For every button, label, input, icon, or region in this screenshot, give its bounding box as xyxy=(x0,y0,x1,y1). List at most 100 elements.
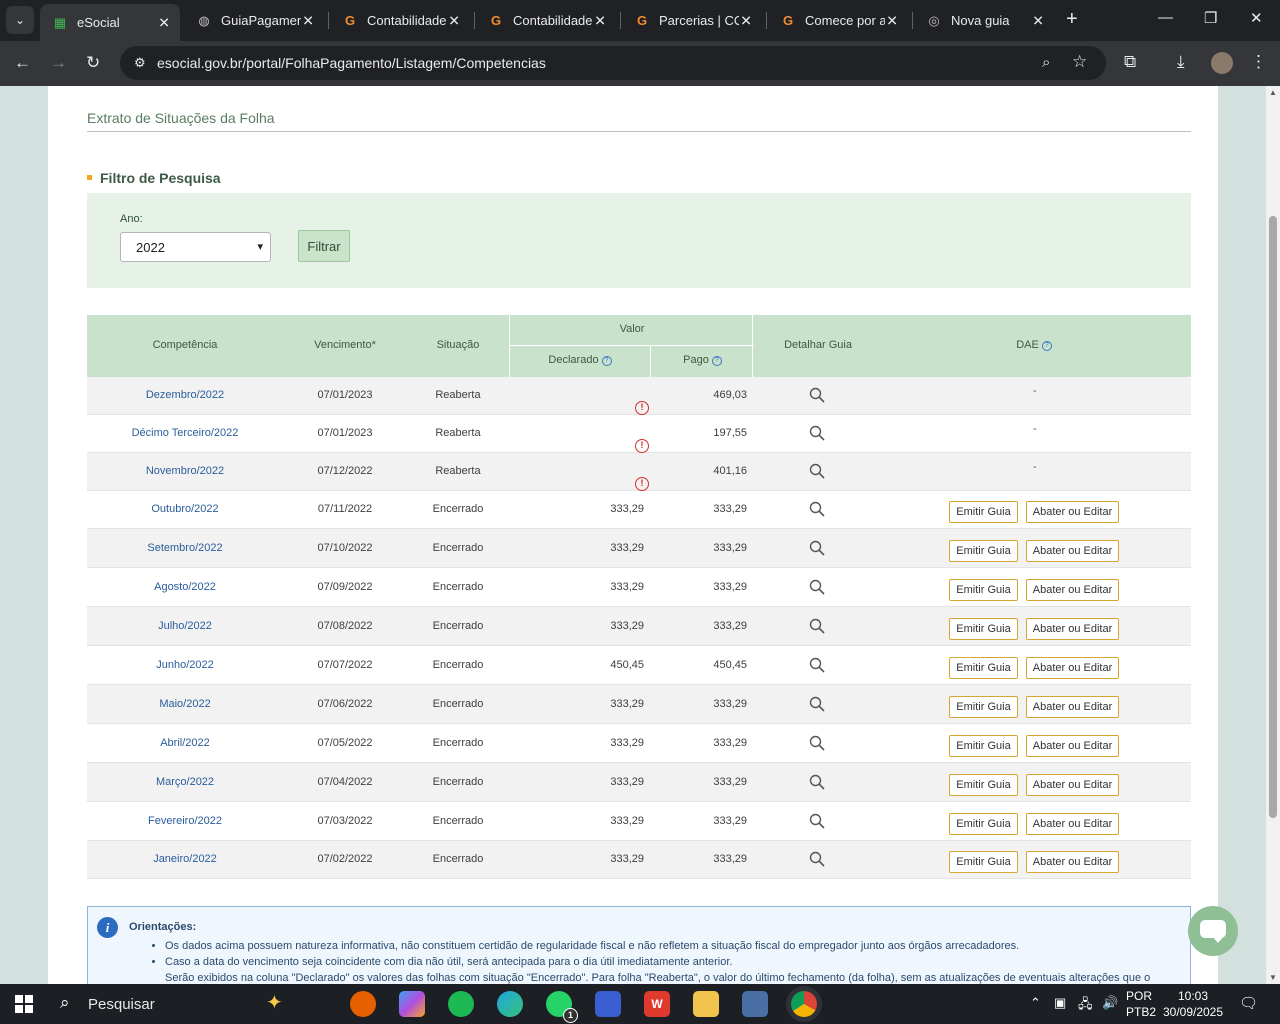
abater-ou-editar-button[interactable]: Abater ou Editar xyxy=(1026,501,1119,523)
clock[interactable]: 10:03 30/09/2025 xyxy=(1162,988,1224,1020)
chat-button[interactable] xyxy=(1188,906,1238,956)
competencia-link[interactable]: Setembro/2022 xyxy=(87,542,283,554)
browser-tab[interactable]: ◎ Nova guia ✕ xyxy=(914,5,1054,36)
detalhar-guia-search-icon[interactable] xyxy=(809,540,827,559)
competencia-link[interactable]: Novembro/2022 xyxy=(87,465,283,477)
detalhar-guia-search-icon[interactable] xyxy=(809,813,827,832)
site-info-icon[interactable]: ⚙ xyxy=(134,55,146,71)
tab-close-icon[interactable]: ✕ xyxy=(158,14,170,31)
competencia-link[interactable]: Décimo Terceiro/2022 xyxy=(87,427,283,439)
reload-icon[interactable]: ↻ xyxy=(86,53,100,73)
download-icon[interactable]: ⤓ xyxy=(1177,52,1185,72)
tab-close-icon[interactable]: ✕ xyxy=(448,12,460,29)
taskbar-search[interactable]: ⌕ Pesquisar ✦ xyxy=(48,984,338,1024)
abater-ou-editar-button[interactable]: Abater ou Editar xyxy=(1026,774,1119,796)
abater-ou-editar-button[interactable]: Abater ou Editar xyxy=(1026,813,1119,835)
extensions-icon[interactable]: ⧉ xyxy=(1124,52,1136,72)
file-explorer-icon[interactable] xyxy=(693,991,719,1017)
minimize-icon[interactable]: — xyxy=(1158,9,1173,26)
emitir-guia-button[interactable]: Emitir Guia xyxy=(949,735,1018,757)
network-icon[interactable]: 🖧 xyxy=(1078,995,1093,1017)
detalhar-guia-search-icon[interactable] xyxy=(809,735,827,754)
volume-icon[interactable]: 🔊 xyxy=(1102,995,1118,1011)
scroll-up-icon[interactable]: ▲ xyxy=(1269,88,1277,97)
url-text[interactable]: esocial.gov.br/portal/FolhaPagamento/Lis… xyxy=(157,55,546,71)
emitir-guia-button[interactable]: Emitir Guia xyxy=(949,696,1018,718)
browser-tab[interactable]: G Contabilidade ✕ xyxy=(330,5,470,36)
help-icon[interactable]: ? xyxy=(711,356,722,366)
competencia-link[interactable]: Julho/2022 xyxy=(87,620,283,632)
abater-ou-editar-button[interactable]: Abater ou Editar xyxy=(1026,540,1119,562)
browser-tab[interactable]: ▦ eSocial ✕ xyxy=(40,4,180,41)
competencia-link[interactable]: Maio/2022 xyxy=(87,698,283,710)
abater-ou-editar-button[interactable]: Abater ou Editar xyxy=(1026,657,1119,679)
tab-close-icon[interactable]: ✕ xyxy=(302,12,314,29)
detalhar-guia-search-icon[interactable] xyxy=(809,579,827,598)
calculator-icon[interactable] xyxy=(742,991,768,1017)
language-indicator[interactable]: POR PTB2 xyxy=(1126,988,1156,1020)
competencia-link[interactable]: Dezembro/2022 xyxy=(87,389,283,401)
emitir-guia-button[interactable]: Emitir Guia xyxy=(949,657,1018,679)
competencia-link[interactable]: Agosto/2022 xyxy=(87,581,283,593)
browser-tab[interactable]: G Contabilidade ✕ xyxy=(476,5,616,36)
warning-icon[interactable]: ! xyxy=(635,439,649,453)
abater-ou-editar-button[interactable]: Abater ou Editar xyxy=(1026,851,1119,873)
spotify-icon[interactable] xyxy=(448,991,474,1017)
abater-ou-editar-button[interactable]: Abater ou Editar xyxy=(1026,696,1119,718)
emitir-guia-button[interactable]: Emitir Guia xyxy=(949,579,1018,601)
detalhar-guia-search-icon[interactable] xyxy=(809,463,827,482)
ano-select[interactable]: 2022 ▾ xyxy=(120,232,271,262)
abater-ou-editar-button[interactable]: Abater ou Editar xyxy=(1026,735,1119,757)
competencia-link[interactable]: Abril/2022 xyxy=(87,737,283,749)
zoom-icon[interactable]: ⌕ xyxy=(1042,54,1050,71)
detalhar-guia-search-icon[interactable] xyxy=(809,501,827,520)
help-icon[interactable]: ? xyxy=(1041,341,1052,351)
detalhar-guia-search-icon[interactable] xyxy=(809,774,827,793)
detalhar-guia-search-icon[interactable] xyxy=(809,851,827,870)
notification-icon[interactable]: 🗨 xyxy=(1239,994,1258,1012)
competencia-link[interactable]: Março/2022 xyxy=(87,776,283,788)
forward-icon[interactable]: → xyxy=(50,53,67,73)
tab-close-icon[interactable]: ✕ xyxy=(594,12,606,29)
chrome-icon[interactable] xyxy=(791,991,817,1017)
tab-search-button[interactable]: ⌄ xyxy=(6,6,34,34)
more-menu-icon[interactable]: ⋮ xyxy=(1250,52,1267,72)
detalhar-guia-search-icon[interactable] xyxy=(809,696,827,715)
edge-icon[interactable] xyxy=(497,991,523,1017)
emitir-guia-button[interactable]: Emitir Guia xyxy=(949,774,1018,796)
close-window-icon[interactable]: ✕ xyxy=(1250,9,1263,27)
tray-device-icon[interactable]: ▣ xyxy=(1054,995,1066,1011)
emitir-guia-button[interactable]: Emitir Guia xyxy=(949,540,1018,562)
store-icon[interactable] xyxy=(595,991,621,1017)
abater-ou-editar-button[interactable]: Abater ou Editar xyxy=(1026,618,1119,640)
firefox-icon[interactable] xyxy=(350,991,376,1017)
whatsapp-icon[interactable]: 1 xyxy=(546,991,578,1023)
page-scrollbar[interactable]: ▲ ▼ xyxy=(1266,86,1280,984)
copilot-icon[interactable] xyxy=(399,991,425,1017)
detalhar-guia-search-icon[interactable] xyxy=(809,387,827,406)
help-icon[interactable]: ? xyxy=(601,356,612,366)
bookmark-star-icon[interactable]: ☆ xyxy=(1072,52,1087,72)
warning-icon[interactable]: ! xyxy=(635,401,649,415)
tab-close-icon[interactable]: ✕ xyxy=(886,12,898,29)
detalhar-guia-search-icon[interactable] xyxy=(809,425,827,444)
detalhar-guia-search-icon[interactable] xyxy=(809,618,827,637)
detalhar-guia-search-icon[interactable] xyxy=(809,657,827,676)
abater-ou-editar-button[interactable]: Abater ou Editar xyxy=(1026,579,1119,601)
windows-start-icon[interactable] xyxy=(15,995,33,1013)
profile-avatar[interactable] xyxy=(1211,52,1233,74)
competencia-link[interactable]: Junho/2022 xyxy=(87,659,283,671)
new-tab-button[interactable]: + xyxy=(1066,8,1078,31)
warning-icon[interactable]: ! xyxy=(635,477,649,491)
competencia-link[interactable]: Outubro/2022 xyxy=(87,503,283,515)
browser-tab[interactable]: G Parcerias | CO ✕ xyxy=(622,5,762,36)
tab-close-icon[interactable]: ✕ xyxy=(1032,12,1044,29)
competencia-link[interactable]: Fevereiro/2022 xyxy=(87,815,283,827)
scroll-down-icon[interactable]: ▼ xyxy=(1269,973,1277,982)
emitir-guia-button[interactable]: Emitir Guia xyxy=(949,501,1018,523)
browser-tab[interactable]: ◍ GuiaPagamento✕ xyxy=(184,5,324,36)
emitir-guia-button[interactable]: Emitir Guia xyxy=(949,851,1018,873)
scrollbar-thumb[interactable] xyxy=(1269,216,1277,818)
address-bar[interactable]: ⚙ esocial.gov.br/portal/FolhaPagamento/L… xyxy=(120,46,1106,80)
competencia-link[interactable]: Janeiro/2022 xyxy=(87,853,283,865)
